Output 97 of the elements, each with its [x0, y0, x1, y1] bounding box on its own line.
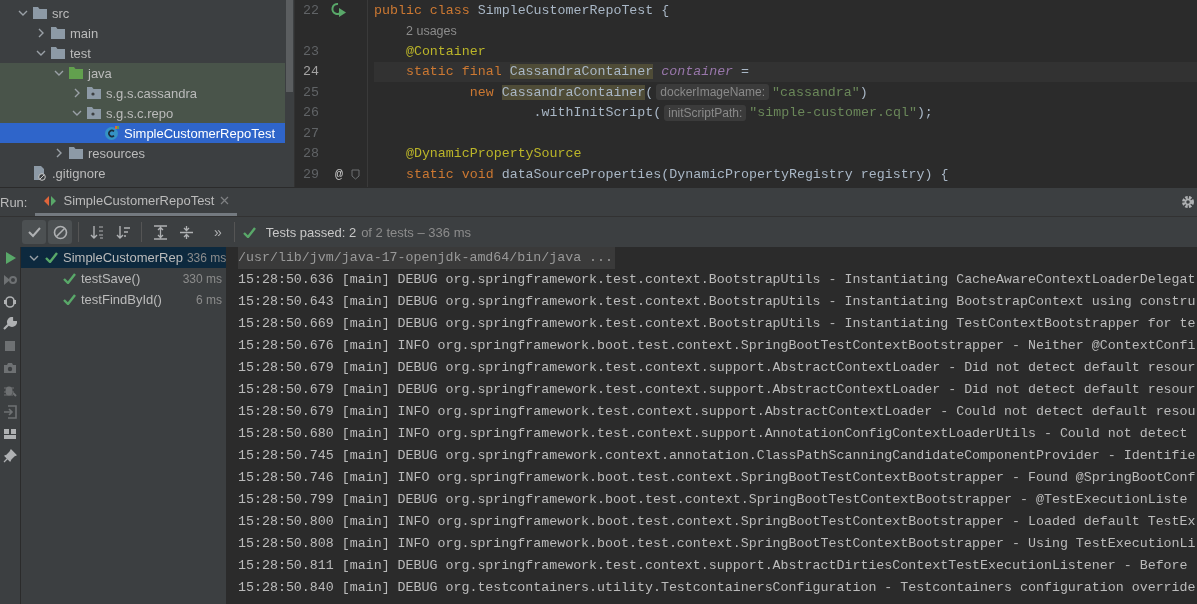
- log-line: 15:28:50.679 [main] DEBUG org.springframework.test.context.support.AbstractContextLoader - Did not detect default resour: [238, 381, 1197, 399]
- log-line: 15:28:50.746 [main] INFO org.springframework.boot.test.context.SpringBootTestContextBootstrapper - Found @SpringBootConf: [238, 469, 1197, 487]
- gutter-mark[interactable]: @: [335, 166, 343, 182]
- tree-row-highlight[interactable]: test: [0, 43, 285, 63]
- selected-tree-row[interactable]: SimpleCustomerRepoTest: [0, 123, 285, 143]
- usages-hint[interactable]: 2 usages: [406, 23, 457, 38]
- tree-row-highlight[interactable]: .gitignore: [0, 163, 285, 183]
- wrench-icon[interactable]: [3, 317, 17, 331]
- scrollbar-thumb[interactable]: [286, 0, 293, 92]
- tree-item-label: s.g.s.c.repo: [106, 105, 174, 121]
- tree-row-highlight[interactable]: s.g.s.cassandra: [0, 83, 285, 103]
- code-line: static void dataSourceProperties(DynamicPropertyRegistry registry) {: [404, 165, 950, 184]
- close-icon[interactable]: [220, 196, 230, 205]
- tests-passed-text: Tests passed: 2: [265, 224, 357, 240]
- tree-item-label: test: [70, 45, 91, 61]
- pin-icon[interactable]: [3, 449, 17, 463]
- test-duration: 330 ms: [181, 271, 223, 286]
- line-number: 25: [302, 84, 319, 100]
- line-number: 22: [302, 2, 319, 18]
- chevron-down-icon[interactable]: [72, 108, 82, 118]
- line-number: 23: [302, 43, 319, 59]
- tree-item-label: resources: [88, 145, 146, 161]
- code-line: .withInitScript( initScriptPath: "simple-customer.cql");: [532, 103, 934, 123]
- test-duration: 6 ms: [195, 292, 223, 307]
- expand-all-icon: [152, 224, 168, 240]
- test-duration: 336 ms: [185, 250, 228, 265]
- cancel-icon: [52, 224, 68, 240]
- line-number: 27: [302, 125, 319, 141]
- code-line: new CassandraContainer( dockerImageName: "cassandra"): [468, 83, 869, 103]
- chevron-down-icon[interactable]: [54, 68, 64, 78]
- folder-icon: [32, 6, 48, 20]
- test-name: testSave(): [81, 271, 141, 286]
- ignore-file-icon: [32, 165, 48, 181]
- line-number: 24: [302, 64, 319, 80]
- log-line: 15:28:50.679 [main] DEBUG org.springframework.test.context.support.AbstractContextLoader - Did not detect default resour: [238, 359, 1197, 377]
- run-test-icon[interactable]: [331, 2, 347, 19]
- tree-item-label: java: [88, 65, 112, 81]
- settings-icon[interactable]: [1181, 195, 1195, 209]
- sort-alphabetical-icon: [89, 224, 105, 240]
- chevron-down-icon[interactable]: [36, 48, 46, 58]
- tree-row-highlight[interactable]: src: [0, 3, 285, 23]
- check-toggle-button[interactable]: [22, 220, 46, 244]
- refresh-icon[interactable]: [3, 295, 17, 309]
- folder-icon: [50, 46, 66, 60]
- chevron-down-icon[interactable]: [18, 8, 28, 18]
- folder-icon: [68, 146, 84, 160]
- sort-duration-icon: [115, 224, 131, 240]
- log-line: 15:28:50.811 [main] DEBUG org.springframework.test.context.support.AbstractDirtiesContextTestExecutionListener - Before: [238, 557, 1189, 575]
- test-tree-row[interactable]: SimpleCustomerRep 336 ms: [21, 247, 226, 268]
- test-name: testFindById(): [81, 292, 162, 307]
- log-line: 15:28:50.680 [main] INFO org.springframework.test.context.support.AnnotationConfigContextLoaderUtils - Could not detect: [238, 425, 1189, 443]
- tree-item-label: src: [52, 5, 70, 21]
- run-label: Run:: [0, 194, 29, 210]
- chevron-right-icon[interactable]: [54, 148, 64, 158]
- tree-item-label: s.g.s.cassandra: [106, 85, 198, 101]
- tree-row-highlight[interactable]: s.g.s.c.repo: [0, 103, 285, 123]
- code-line: @DynamicPropertySource: [404, 145, 583, 164]
- tests-summary-text: of 2 tests – 336 ms: [361, 224, 471, 240]
- class-icon: [104, 125, 120, 141]
- more-button[interactable]: »: [214, 224, 222, 240]
- log-line: 15:28:50.745 [main] DEBUG org.springframework.context.annotation.ClassPathScanningCandidateComponentProvider - Identifie: [238, 447, 1197, 465]
- code-line: public class SimpleCustomerRepoTest {: [374, 1, 671, 20]
- log-line: 15:28:50.808 [main] INFO org.springframework.boot.test.context.SpringBootTestContextBootstrapper - Using TestExecutionLi: [238, 535, 1197, 553]
- line-number: 28: [302, 146, 319, 162]
- tree-item-label: SimpleCustomerRepoTest: [124, 125, 275, 141]
- tree-item-label: main: [70, 25, 99, 41]
- log-line: 15:28:50.799 [main] DEBUG org.springframework.boot.test.context.SpringBootTestContextBootstrapper - @TestExecutionListe: [238, 491, 1189, 509]
- log-line: 15:28:50.800 [main] INFO org.springframework.boot.test.context.SpringBootTestContextBootstrapper - Loaded default TestEx: [238, 513, 1197, 531]
- tree-row-highlight[interactable]: java: [0, 63, 285, 83]
- test-name: SimpleCustomerRep: [63, 250, 183, 265]
- test-tree-row[interactable]: testFindById() 6 ms: [21, 289, 226, 310]
- folder-icon: [50, 26, 66, 40]
- tree-row-highlight[interactable]: resources: [0, 143, 285, 163]
- folder-icon: [68, 66, 84, 80]
- log-line: 15:28:50.643 [main] DEBUG org.springframework.test.context.BootstrapUtils - Instantiating BootstrapContext using constru: [238, 293, 1197, 311]
- log-line: 15:28:50.669 [main] DEBUG org.springframework.test.context.BootstrapUtils - Instantiating TestContextBootstrapper for te: [238, 315, 1197, 333]
- code-line: @Container: [404, 42, 487, 61]
- test-run-icon: [43, 194, 58, 207]
- log-line: 15:28:50.636 [main] DEBUG org.springframework.test.context.BootstrapUtils - Instantiating CacheAwareContextLoaderDelegat: [238, 271, 1197, 289]
- passed-check-icon: [242, 226, 256, 238]
- layout-icon[interactable]: [3, 427, 17, 441]
- cancel-toggle-button[interactable]: [48, 220, 72, 244]
- package-icon: [86, 106, 102, 120]
- log-line: 15:28:50.840 [main] DEBUG org.testcontainers.utility.TestcontainersConfiguration - Testcontainers configuration override: [238, 579, 1197, 597]
- collapse-all-icon: [178, 224, 194, 240]
- chevron-right-icon[interactable]: [72, 88, 82, 98]
- tree-row-highlight[interactable]: main: [0, 23, 285, 43]
- line-number: 26: [302, 105, 319, 121]
- fold-icon[interactable]: [351, 168, 360, 180]
- line-number: 29: [302, 166, 319, 182]
- chevron-right-icon[interactable]: [36, 28, 46, 38]
- tree-item-label: .gitignore: [52, 165, 106, 181]
- package-icon: [86, 86, 102, 100]
- log-line: 15:28:50.679 [main] INFO org.springframework.test.context.support.AbstractContextLoader - Could not detect default resou: [238, 403, 1197, 421]
- log-line: 15:28:50.676 [main] INFO org.springframework.boot.test.context.SpringBootTestContextBootstrapper - Neither @ContextConfi: [238, 337, 1197, 355]
- test-tree-row[interactable]: testSave() 330 ms: [21, 268, 226, 289]
- run-icon[interactable]: [3, 251, 17, 265]
